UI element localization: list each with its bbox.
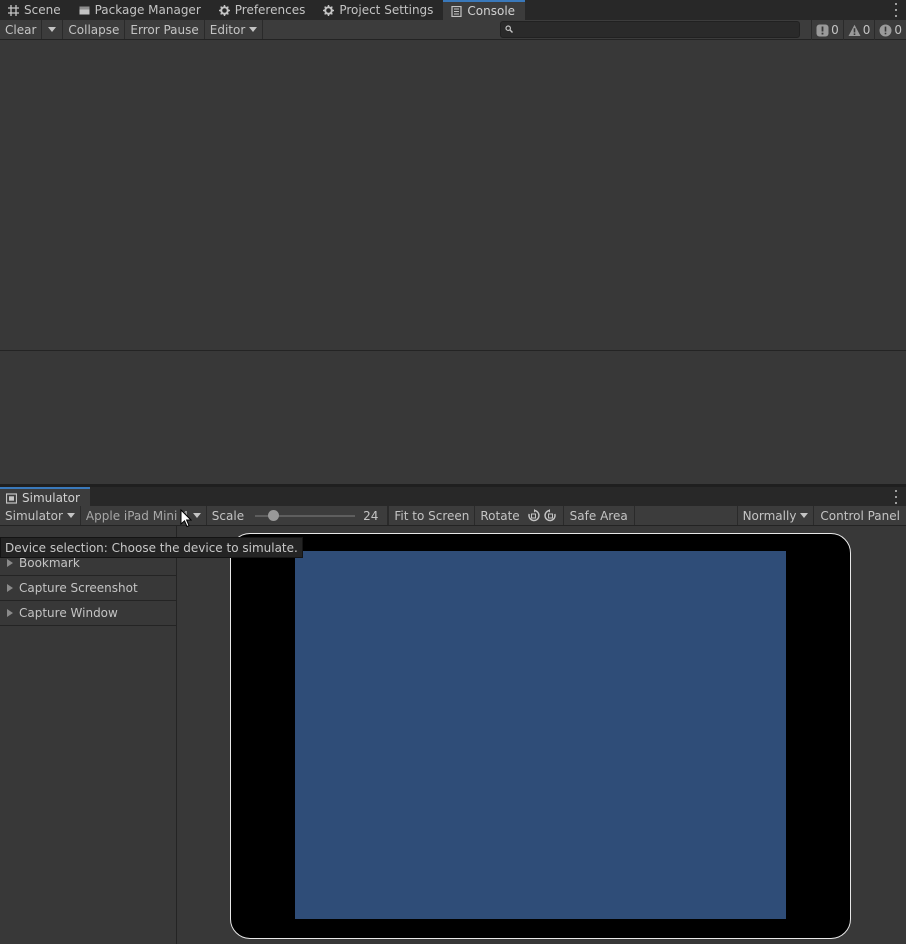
warning-icon (848, 24, 861, 36)
simulator-left-panel: Bookmark Capture Screenshot Capture Wind… (0, 526, 177, 944)
chevron-down-icon (800, 513, 809, 518)
search-icon (505, 25, 513, 33)
chevron-down-icon (192, 513, 201, 518)
error-pause-label: Error Pause (130, 22, 199, 37)
tab-scene[interactable]: Scene (0, 0, 71, 20)
warning-count-toggle[interactable]: 0 (842, 20, 875, 40)
safe-area-label: Safe Area (569, 508, 628, 523)
simulator-tab-bar: Simulator (0, 487, 906, 507)
error-icon (879, 24, 892, 36)
grid-icon (8, 4, 19, 16)
tab-label: Console (467, 4, 516, 18)
play-mode-dropdown[interactable]: Normally (736, 506, 815, 525)
error-count-toggle[interactable]: 0 (874, 20, 906, 40)
scale-slider-handle[interactable] (267, 509, 279, 521)
tab-label: Preferences (234, 3, 306, 17)
normally-label: Normally (742, 508, 797, 523)
log-counters: 0 0 0 (811, 20, 906, 40)
foldout-capture-screenshot[interactable]: Capture Screenshot (0, 576, 176, 601)
collapse-button[interactable]: Collapse (63, 20, 126, 39)
gear-icon (218, 4, 230, 16)
log-count: 0 (831, 23, 839, 37)
device-label: Apple iPad Mini 4 (85, 508, 189, 523)
editor-dropdown[interactable]: Editor (205, 20, 264, 39)
control-panel-button[interactable]: Control Panel (814, 506, 906, 525)
foldout-label: Capture Window (19, 606, 118, 620)
console-toolbar: Clear Collapse Error Pause Editor 0 0 0 (0, 20, 906, 40)
clear-options-dropdown[interactable] (42, 20, 64, 39)
console-search-input[interactable] (500, 21, 800, 38)
editor-label: Editor (209, 22, 246, 37)
collapse-label: Collapse (68, 22, 120, 37)
mouse-cursor-icon (180, 509, 192, 528)
tab-label: Simulator (22, 491, 80, 505)
tab-label: Package Manager (94, 3, 201, 17)
fit-to-screen-label: Fit to Screen (394, 508, 470, 523)
tab-preferences[interactable]: Preferences (211, 0, 316, 20)
safe-area-toggle[interactable]: Safe Area (564, 506, 635, 525)
scale-slider[interactable] (255, 509, 356, 521)
fit-to-screen-button[interactable]: Fit to Screen (388, 506, 476, 525)
rotate-left-icon (527, 509, 540, 522)
scale-text: Scale (211, 508, 245, 523)
chevron-down-icon (249, 27, 258, 32)
more-options-icon[interactable] (894, 3, 898, 17)
control-panel-label: Control Panel (820, 508, 900, 523)
rotate-label: Rotate (475, 506, 524, 525)
error-count: 0 (894, 23, 902, 37)
foldout-label: Bookmark (19, 556, 80, 570)
triangle-right-icon (7, 609, 13, 617)
clear-label: Clear (5, 22, 37, 37)
rotate-right-icon (544, 509, 556, 522)
rotate-text: Rotate (480, 508, 520, 523)
foldout-label: Capture Screenshot (19, 581, 138, 595)
tab-label: Project Settings (339, 3, 434, 17)
rotate-left-button[interactable] (525, 506, 542, 525)
log-count-toggle[interactable]: 0 (811, 20, 843, 40)
scale-value: 24 (361, 506, 389, 525)
error-pause-button[interactable]: Error Pause (125, 20, 205, 39)
scale-label: Scale (207, 506, 249, 525)
top-tab-bar: Scene Package Manager Preferences Projec… (0, 0, 906, 20)
simulator-mode-dropdown[interactable]: Simulator (0, 506, 81, 525)
tab-project-settings[interactable]: Project Settings (315, 0, 443, 20)
warning-count: 0 (862, 23, 871, 37)
chevron-down-icon (66, 513, 75, 518)
tab-console[interactable]: Console (443, 0, 526, 20)
triangle-right-icon (7, 559, 13, 567)
more-options-icon[interactable] (894, 490, 898, 504)
chevron-down-icon (48, 27, 57, 32)
info-icon (816, 24, 829, 36)
device-screen[interactable] (295, 551, 786, 919)
rotate-right-button[interactable] (542, 506, 564, 525)
console-splitter[interactable] (0, 350, 906, 351)
package-icon (79, 6, 90, 14)
tab-label: Scene (24, 3, 61, 17)
tab-simulator[interactable]: Simulator (0, 487, 90, 507)
simulator-icon (6, 492, 17, 504)
console-log-area[interactable] (0, 40, 906, 484)
tab-package-manager[interactable]: Package Manager (71, 0, 211, 20)
scale-value-text: 24 (363, 508, 379, 523)
device-selection-tooltip: Device selection: Choose the device to s… (0, 537, 303, 558)
simulator-toolbar: Simulator Apple iPad Mini 4 Scale 24 Fit… (0, 506, 906, 526)
gear-icon (323, 4, 335, 16)
foldout-capture-window[interactable]: Capture Window (0, 601, 176, 626)
clear-button[interactable]: Clear (0, 20, 43, 39)
tooltip-text: Device selection: Choose the device to s… (5, 540, 298, 555)
console-icon (451, 5, 463, 17)
mode-label: Simulator (5, 508, 63, 523)
triangle-right-icon (7, 584, 13, 592)
